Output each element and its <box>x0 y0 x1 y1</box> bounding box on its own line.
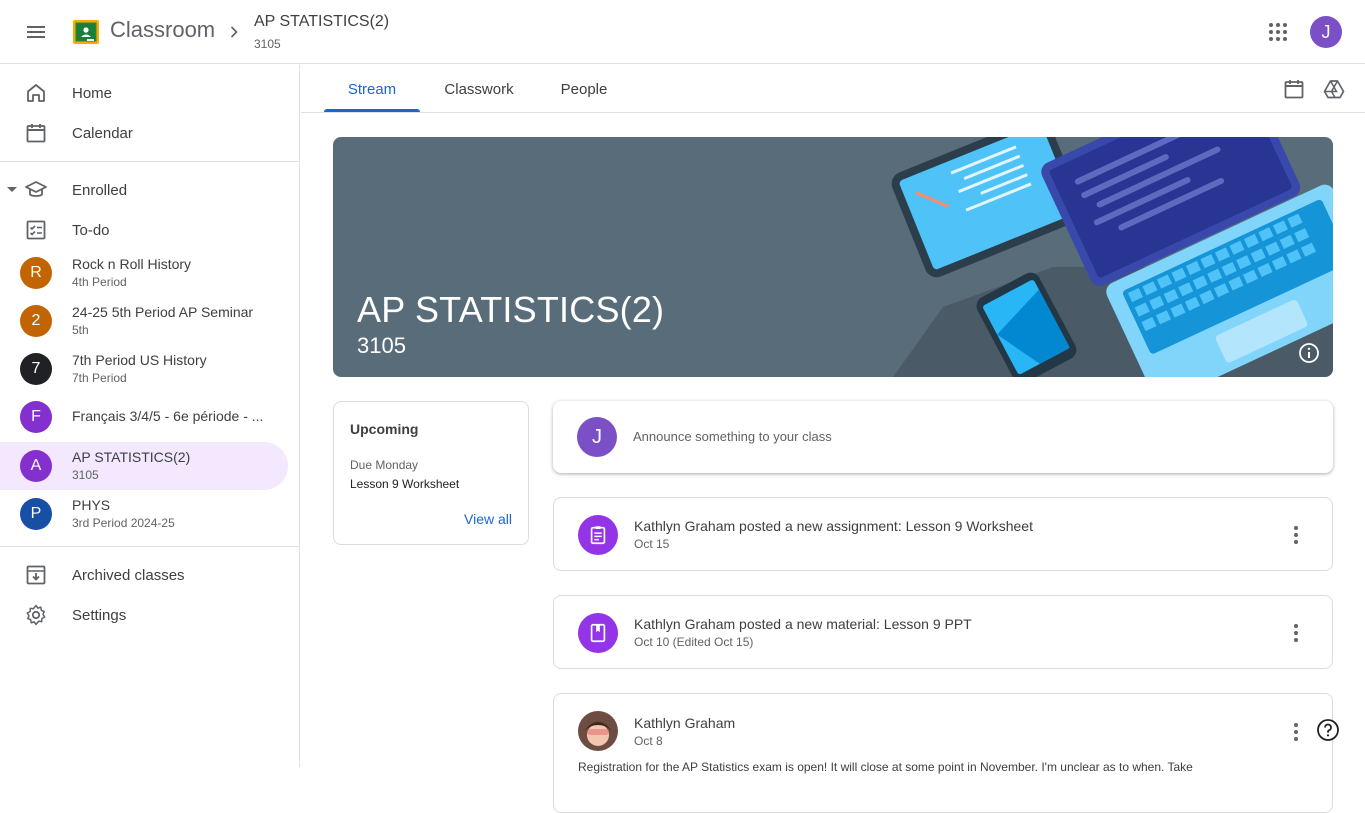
help-icon[interactable] <box>1316 718 1340 742</box>
sidebar-item-todo[interactable]: To-do <box>0 210 288 250</box>
sidebar-class-item[interactable]: 7 7th Period US History 7th Period <box>0 345 288 393</box>
active-tab-indicator <box>324 109 420 112</box>
more-vert-icon[interactable] <box>1284 720 1308 744</box>
class-avatar: F <box>20 401 52 433</box>
hamburger-icon <box>27 26 45 38</box>
class-breadcrumb-title[interactable]: AP STATISTICS(2) <box>254 13 389 31</box>
drive-folder-icon[interactable] <box>1322 77 1346 101</box>
upcoming-item-link[interactable]: Lesson 9 Worksheet <box>350 477 459 491</box>
class-breadcrumb-section: 3105 <box>254 37 281 51</box>
banner-class-title: AP STATISTICS(2) <box>357 289 665 330</box>
sidebar-class-item[interactable]: R Rock n Roll History 4th Period <box>0 249 288 297</box>
calendar-icon <box>26 124 46 143</box>
app-name[interactable]: Classroom <box>110 17 215 43</box>
class-section: 3105 <box>72 468 99 482</box>
tab-classwork[interactable]: Classwork <box>432 65 526 113</box>
devices-illustration <box>891 137 1333 377</box>
tab-label: Classwork <box>444 80 514 98</box>
todo-checklist-icon <box>26 220 46 240</box>
sidebar-class-item[interactable]: 2 24-25 5th Period AP Seminar 5th <box>0 297 288 345</box>
post-date: Oct 10 (Edited Oct 15) <box>634 635 754 649</box>
top-app-bar: Classroom AP STATISTICS(2) 3105 J <box>0 0 1365 64</box>
sidebar-divider <box>0 161 300 162</box>
sidebar-divider <box>0 546 300 547</box>
account-avatar[interactable]: J <box>1310 16 1342 48</box>
class-section: 5th <box>72 323 89 337</box>
more-vert-icon[interactable] <box>1284 621 1308 645</box>
gear-icon <box>26 604 46 626</box>
stream-post-announcement[interactable]: Kathlyn Graham Oct 8 Registration for th… <box>553 693 1333 813</box>
chevron-right-icon <box>230 26 238 38</box>
class-tabs: Stream Classwork People <box>301 65 1365 113</box>
class-name: AP STATISTICS(2) <box>72 449 191 465</box>
post-author: Kathlyn Graham <box>634 715 736 731</box>
upcoming-title: Upcoming <box>350 421 419 437</box>
classroom-logo[interactable] <box>73 20 99 44</box>
sidebar-class-item[interactable]: P PHYS 3rd Period 2024-25 <box>0 490 288 538</box>
tab-people[interactable]: People <box>544 65 624 113</box>
stream-post-material[interactable]: Kathlyn Graham posted a new material: Le… <box>553 595 1333 669</box>
sidebar-class-item[interactable]: F Français 3/4/5 - 6e période - ... <box>0 393 288 441</box>
archive-icon <box>26 565 46 585</box>
more-vert-icon[interactable] <box>1284 523 1308 547</box>
class-name: Rock n Roll History <box>72 256 192 272</box>
upcoming-due-label: Due Monday <box>350 458 419 472</box>
class-avatar: P <box>20 498 52 530</box>
stream-post-assignment[interactable]: Kathlyn Graham posted a new assignment: … <box>553 497 1333 571</box>
main-menu-button[interactable] <box>16 12 56 52</box>
announce-box[interactable]: J Announce something to your class <box>553 401 1333 473</box>
tab-label: People <box>560 80 608 98</box>
class-avatar: 2 <box>20 305 52 337</box>
tab-label: Stream <box>347 80 397 98</box>
google-apps-button[interactable] <box>1260 14 1296 50</box>
class-section: 4th Period <box>72 275 127 289</box>
home-icon <box>27 84 45 102</box>
class-banner: AP STATISTICS(2) 3105 <box>333 137 1333 377</box>
sidebar-item-calendar[interactable]: Calendar <box>0 113 288 153</box>
view-all-link[interactable]: View all <box>464 511 512 527</box>
class-name: Français 3/4/5 - 6e période - ... <box>72 408 264 424</box>
post-title: Kathlyn Graham posted a new assignment: … <box>634 518 1033 534</box>
class-section: 3rd Period 2024-25 <box>72 516 175 530</box>
assignment-icon <box>578 515 618 555</box>
material-icon <box>578 613 618 653</box>
class-avatar: R <box>20 257 52 289</box>
apps-grid-icon <box>1269 23 1287 41</box>
announce-placeholder: Announce something to your class <box>633 429 832 444</box>
sidebar-label: Enrolled <box>72 181 128 199</box>
sidebar-item-enrolled[interactable]: Enrolled <box>0 170 288 210</box>
sidebar-label: Home <box>72 84 113 102</box>
sidebar: Home Calendar Enrolled To-do R Rock n Ro… <box>0 65 300 767</box>
class-section: 7th Period <box>72 371 127 385</box>
sidebar-class-item-active[interactable]: A AP STATISTICS(2) 3105 <box>0 442 288 490</box>
info-icon[interactable] <box>1297 341 1321 365</box>
sidebar-label: Archived classes <box>72 566 185 584</box>
sidebar-label: Calendar <box>72 124 133 142</box>
sidebar-label: To-do <box>72 221 110 239</box>
author-avatar <box>578 711 618 751</box>
post-body: Registration for the AP Statistics exam … <box>578 760 1193 774</box>
post-date: Oct 8 <box>634 734 663 748</box>
class-name: PHYS <box>72 497 111 513</box>
tab-stream[interactable]: Stream <box>324 65 420 113</box>
post-title: Kathlyn Graham posted a new material: Le… <box>634 616 972 632</box>
class-name: 24-25 5th Period AP Seminar <box>72 304 254 320</box>
enrolled-cap-icon <box>25 181 47 197</box>
sidebar-item-home[interactable]: Home <box>0 73 288 113</box>
sidebar-item-archived[interactable]: Archived classes <box>0 555 288 595</box>
avatar: J <box>577 417 617 457</box>
upcoming-card: Upcoming Due Monday Lesson 9 Worksheet V… <box>333 401 529 545</box>
sidebar-item-settings[interactable]: Settings <box>0 595 288 635</box>
caret-down-icon <box>7 187 17 192</box>
class-avatar: 7 <box>20 353 52 385</box>
class-avatar: A <box>20 450 52 482</box>
calendar-icon[interactable] <box>1282 77 1306 101</box>
class-name: 7th Period US History <box>72 352 207 368</box>
sidebar-label: Settings <box>72 606 127 624</box>
banner-class-section: 3105 <box>357 333 406 358</box>
post-date: Oct 15 <box>634 537 670 551</box>
